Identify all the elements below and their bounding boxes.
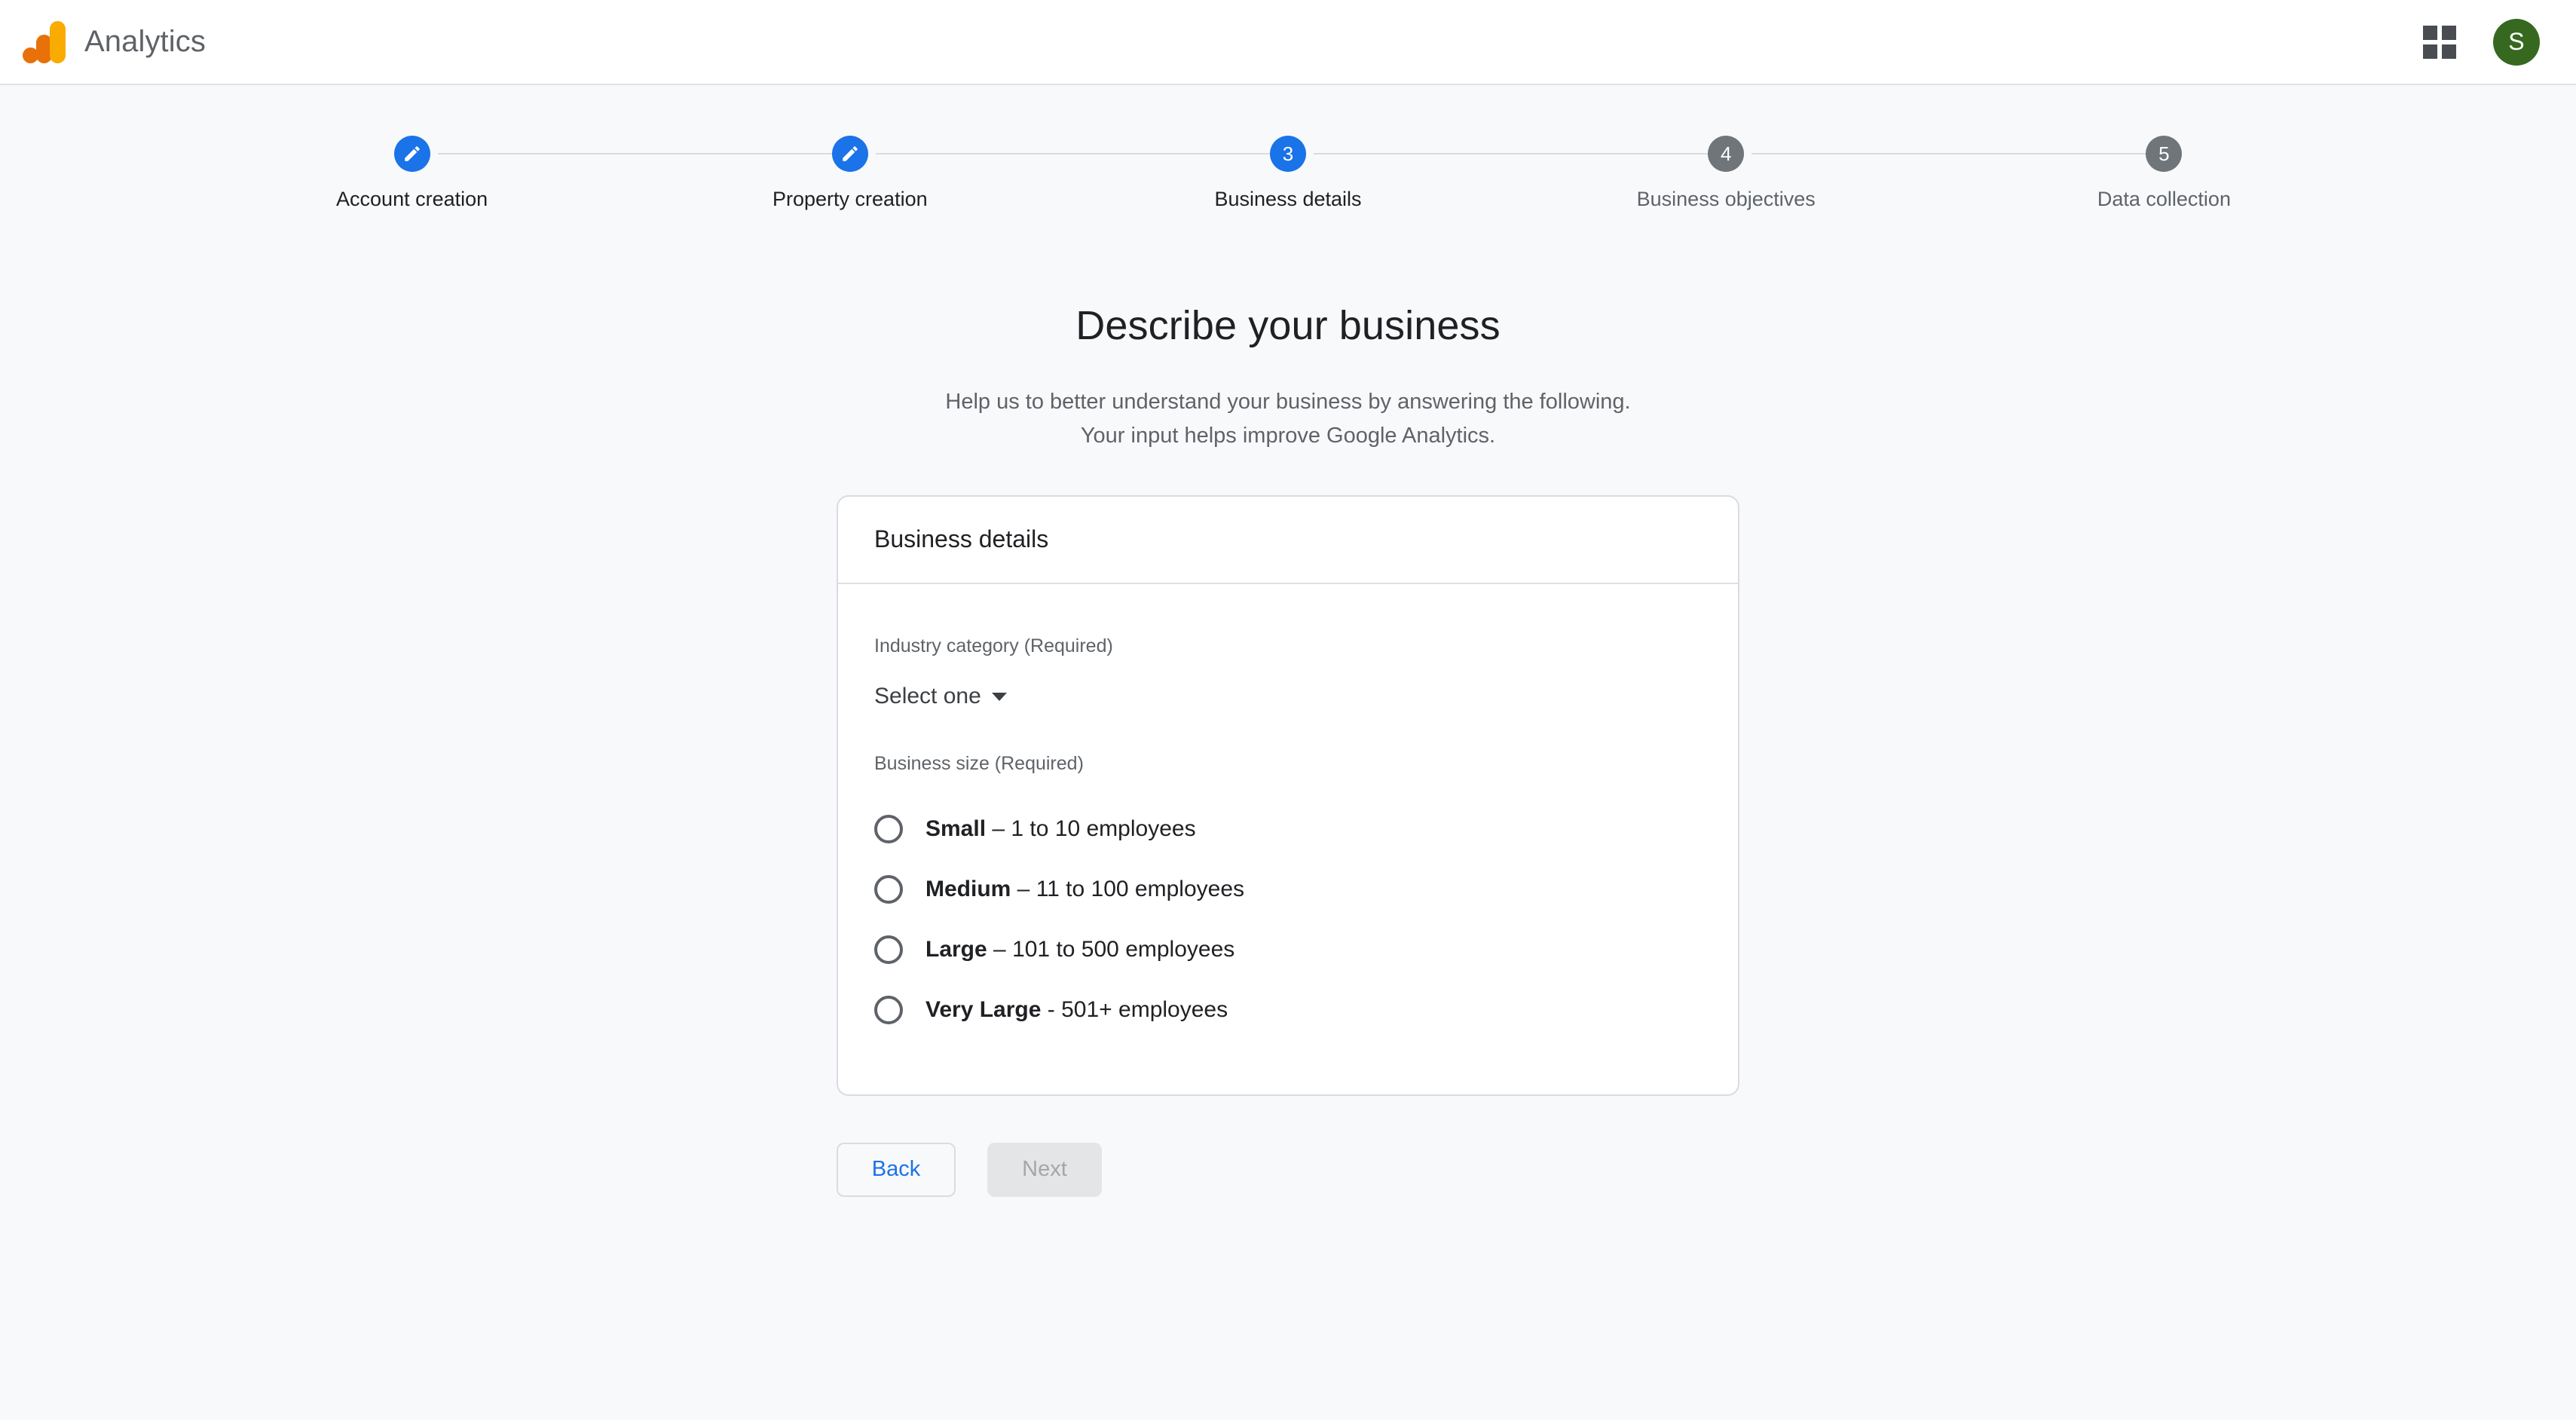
radio-label-very-large-dash: - <box>1041 997 1062 1023</box>
radio-label-medium: Medium – 11 to 100 employees <box>925 874 1244 904</box>
stepper-marker-1 <box>393 136 430 172</box>
brand-name: Analytics <box>84 25 206 58</box>
industry-category-select[interactable]: Select one <box>874 684 1007 709</box>
radio-label-small-detail: 1 to 10 employees <box>1011 816 1196 842</box>
stepper-step-business-details[interactable]: 3 Business details <box>1069 136 1727 211</box>
stepper-step-property-creation[interactable]: Property creation <box>631 136 1288 211</box>
brand[interactable]: Analytics <box>21 20 206 63</box>
stepper-connector <box>875 153 1288 155</box>
stepper-label-5: Data collection <box>2097 188 2231 210</box>
industry-category-label: Industry category (Required) <box>874 635 1113 656</box>
page-subtitle: Help us to better understand your busine… <box>945 385 1630 453</box>
stepper-label-4: Business objectives <box>1636 188 1816 210</box>
business-size-radio-group: Small – 1 to 10 employees Medium – 11 to… <box>874 799 1702 1040</box>
stepper-step-data-collection[interactable]: 5 Data collection <box>1945 136 2383 211</box>
stepper-step-business-objectives[interactable]: 4 Business objectives <box>1507 136 2165 211</box>
page-subtitle-line-2: Your input helps improve Google Analytic… <box>1080 423 1496 448</box>
google-analytics-logo-icon <box>21 20 66 63</box>
main-content: Describe your business Help us to better… <box>0 301 2576 1197</box>
pencil-icon <box>404 146 420 161</box>
industry-category-selected-value: Select one <box>874 684 981 709</box>
radio-option-large[interactable]: Large – 101 to 500 employees <box>874 920 1702 980</box>
radio-option-small[interactable]: Small – 1 to 10 employees <box>874 799 1702 859</box>
business-details-card: Business details Industry category (Requ… <box>837 494 1739 1096</box>
card-header-title: Business details <box>874 525 1049 553</box>
radio-label-small-dash: – <box>986 816 1011 842</box>
radio-label-large-name: Large <box>925 937 987 962</box>
radio-label-medium-detail: 11 to 100 employees <box>1036 877 1245 902</box>
pencil-icon <box>843 146 858 161</box>
stepper-marker-5: 5 <box>2146 136 2183 172</box>
page-title: Describe your business <box>1075 303 1501 348</box>
radio-label-very-large-detail: 501+ employees <box>1061 997 1228 1023</box>
avatar[interactable]: S <box>2493 18 2540 66</box>
radio-button-medium[interactable] <box>874 874 903 904</box>
stepper-label-2: Property creation <box>772 188 928 210</box>
radio-label-medium-name: Medium <box>925 877 1011 902</box>
radio-button-small[interactable] <box>874 814 903 843</box>
radio-button-very-large[interactable] <box>874 995 903 1024</box>
apps-grid-icon[interactable] <box>2421 23 2458 61</box>
stepper-connector <box>1751 153 2165 155</box>
wizard-button-row: Back Next <box>837 1142 1739 1197</box>
radio-option-very-large[interactable]: Very Large - 501+ employees <box>874 980 1702 1040</box>
radio-label-large-detail: 101 to 500 employees <box>1012 937 1235 962</box>
page-subtitle-line-1: Help us to better understand your busine… <box>945 389 1631 414</box>
radio-label-large: Large – 101 to 500 employees <box>925 935 1234 964</box>
next-button[interactable]: Next <box>987 1142 1102 1197</box>
radio-label-large-dash: – <box>987 937 1013 962</box>
stepper-marker-4: 4 <box>1708 136 1745 172</box>
radio-label-very-large: Very Large - 501+ employees <box>925 995 1228 1024</box>
back-button[interactable]: Back <box>837 1142 956 1197</box>
stepper-connector <box>437 153 850 155</box>
card-body: Industry category (Required) Select one … <box>838 584 1738 1094</box>
radio-label-very-large-name: Very Large <box>925 997 1042 1023</box>
caret-down-icon <box>991 692 1007 701</box>
radio-option-medium[interactable]: Medium – 11 to 100 employees <box>874 859 1702 920</box>
radio-label-medium-dash: – <box>1011 877 1036 902</box>
card-header: Business details <box>838 497 1738 584</box>
app-bar: Analytics S <box>0 0 2576 85</box>
stepper-marker-3: 3 <box>1270 136 1306 172</box>
stepper-connector <box>1314 153 1727 155</box>
business-size-label: Business size (Required) <box>874 753 1084 775</box>
stepper-label-1: Account creation <box>336 188 488 210</box>
stepper: Account creation Property creation 3 Bus… <box>0 136 2576 211</box>
stepper-step-account-creation[interactable]: Account creation <box>193 136 850 211</box>
app-bar-actions: S <box>2421 18 2540 66</box>
radio-label-small: Small – 1 to 10 employees <box>925 814 1196 843</box>
stepper-label-3: Business details <box>1214 188 1362 210</box>
radio-label-small-name: Small <box>925 816 987 842</box>
stepper-marker-2 <box>831 136 868 172</box>
radio-button-large[interactable] <box>874 935 903 964</box>
